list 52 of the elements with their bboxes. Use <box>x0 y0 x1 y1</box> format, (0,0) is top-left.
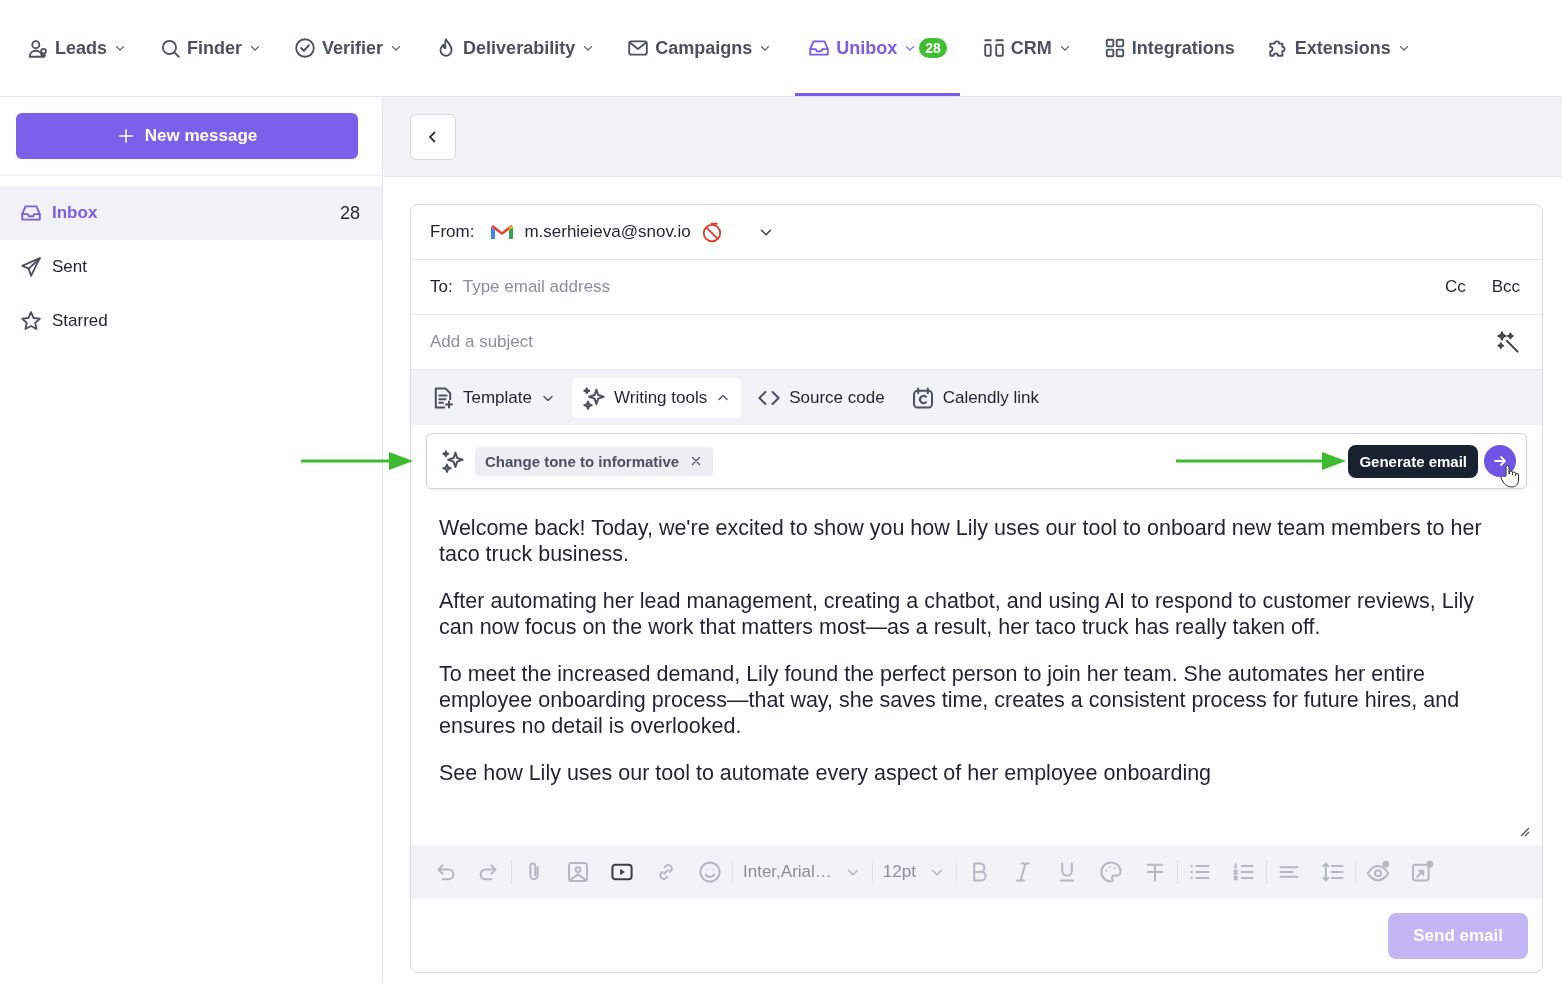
count-badge: 28 <box>919 38 947 58</box>
nav-tab[interactable]: Leads <box>18 0 137 96</box>
warning-circle-icon <box>700 221 723 243</box>
body-paragraph: After automating her lead management, creating a chatbot, and using AI to respond to customer reviews, Lily can now focus on the work that matters most—as a result, her taco truck has really taken off. <box>439 588 1475 640</box>
nav-tab[interactable]: CRM <box>973 0 1081 96</box>
folder-item[interactable]: Inbox 28 <box>0 186 382 240</box>
tool-button[interactable]: Template <box>421 377 566 418</box>
to-label: To: <box>430 277 453 297</box>
paper-plane-icon <box>20 256 42 278</box>
nav-tab[interactable]: Verifier <box>285 0 413 96</box>
cc-button[interactable]: Cc <box>1444 277 1466 297</box>
body-paragraph: To meet the increased demand, Lily found the perfect person to join her team. She automates her entire employee onboarding process—that way, she saves time, creates a consistent process for future hires, and ensures no detail is overlooked. <box>439 661 1461 739</box>
resize-handle-icon[interactable] <box>1518 825 1530 837</box>
sparkles-icon <box>441 449 465 473</box>
subject-field[interactable]: Add a subject <box>430 327 1486 357</box>
envelope-icon <box>627 37 650 59</box>
bcc-button[interactable]: Bcc <box>1491 277 1520 297</box>
check-circle-icon <box>294 37 317 59</box>
tool-button[interactable]: Calendly link <box>900 377 1050 418</box>
body-paragraph: Welcome back! Today, we're excited to show you how Lily uses our tool to onboard new team members to her taco truck business. <box>439 515 1483 567</box>
folder-item[interactable]: Sent <box>0 240 382 294</box>
inbox-icon <box>808 37 831 59</box>
tool-button[interactable]: Source code <box>747 377 895 418</box>
grid-icon <box>1103 37 1126 59</box>
star-icon <box>20 310 42 332</box>
tool-button[interactable]: Writing tools <box>572 377 742 418</box>
back-button[interactable] <box>410 113 456 160</box>
people-icon <box>27 37 49 59</box>
nav-tab[interactable]: Deliverability <box>426 0 605 96</box>
prompt-chip: Change tone to informative <box>475 446 714 476</box>
calendar-icon <box>910 385 935 410</box>
nav-tab[interactable]: Extensions <box>1257 0 1420 96</box>
search-icon <box>159 37 182 59</box>
from-label: From: <box>430 222 475 242</box>
folder-item[interactable]: Starred <box>0 294 382 348</box>
mail-logo-icon <box>490 223 515 241</box>
sender-address: m.serhieieva@snov.io <box>524 222 691 242</box>
nav-tab[interactable]: Campaigns <box>618 0 782 96</box>
magic-wand-icon <box>1496 330 1520 354</box>
hand-cursor-icon <box>1500 464 1520 488</box>
body-paragraph: See how Lily uses our tool to automate every aspect of her employee onboarding <box>439 760 1213 786</box>
columns-icon <box>982 37 1005 59</box>
plus-icon <box>116 127 135 145</box>
nav-tab[interactable]: Finder <box>150 0 272 96</box>
tooltip: Generate email <box>1348 444 1478 478</box>
generate-button[interactable] <box>1484 445 1516 477</box>
inbox-icon <box>20 202 42 224</box>
nav-tab[interactable]: Integrations <box>1094 0 1244 96</box>
folder-count: 28 <box>339 202 360 224</box>
new-message-button[interactable]: New message <box>16 113 358 159</box>
recipient-field[interactable]: Type email address <box>462 272 1419 302</box>
sparkles-icon <box>582 385 606 410</box>
